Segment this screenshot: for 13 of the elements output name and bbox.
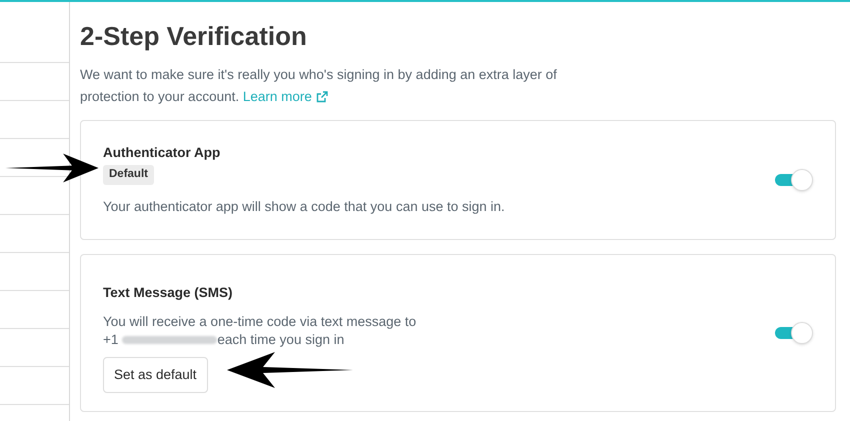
set-default-button[interactable]: Set as default — [103, 357, 208, 394]
method-title: Text Message (SMS) — [103, 284, 233, 302]
toggle-switch[interactable] — [775, 322, 813, 344]
external-link-icon — [316, 91, 328, 103]
default-badge: Default — [103, 165, 154, 185]
toggle-switch[interactable] — [775, 169, 813, 191]
phone-prefix: +1 — [103, 331, 118, 349]
method-description: You will receive a one-time code via text message to — [103, 313, 416, 331]
method-description: Your authenticator app will show a code that you can use to sign in. — [103, 198, 505, 216]
method-description: each time you sign in — [217, 331, 344, 349]
intro-text: We want to make sure it's really you who's signing in by adding an extra layer of protection to your account. Learn more — [80, 64, 570, 108]
page-title: 2-Step Verification — [80, 20, 308, 52]
method-title: Authenticator App — [103, 144, 220, 162]
